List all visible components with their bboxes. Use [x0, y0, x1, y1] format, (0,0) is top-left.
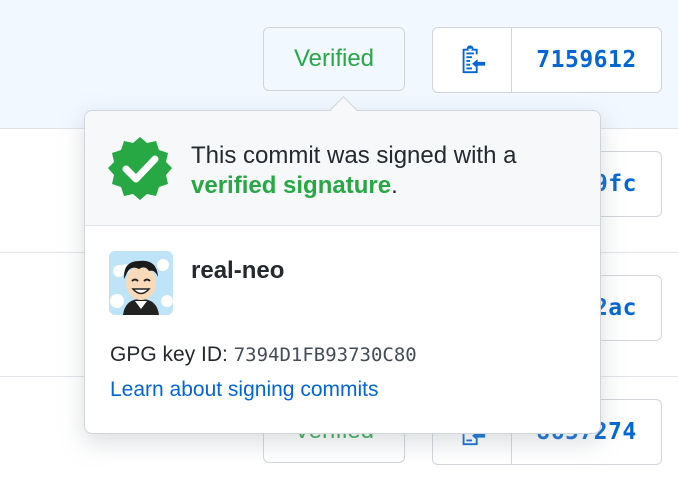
avatar[interactable]: [109, 251, 173, 315]
clipboard-copy-icon: [462, 45, 486, 74]
gpg-key-line: GPG key ID: 7394D1FB93730C80: [110, 343, 417, 367]
signature-message-suffix: .: [391, 172, 398, 199]
signature-message-prefix: This commit was signed with a: [191, 142, 517, 169]
signature-message: This commit was signed with a verified s…: [191, 141, 516, 201]
gpg-key-label: GPG key ID:: [110, 343, 228, 366]
commit-sha-link[interactable]: 7159612: [512, 28, 661, 92]
verified-signature-text: verified signature: [191, 172, 392, 199]
commit-sha-button-group: 7159612: [432, 27, 662, 93]
gpg-key-id: 7394D1FB93730C80: [233, 344, 417, 366]
verified-badge-button[interactable]: Verified: [263, 27, 405, 91]
copy-sha-button[interactable]: [433, 28, 512, 92]
signer-username[interactable]: real-neo: [191, 257, 284, 285]
signature-popover: This commit was signed with a verified s…: [84, 110, 601, 434]
popover-header: This commit was signed with a verified s…: [85, 111, 600, 226]
verified-badge-icon: [108, 137, 172, 200]
user-avatar-image: [109, 251, 173, 315]
learn-signing-link[interactable]: Learn about signing commits: [110, 378, 378, 402]
